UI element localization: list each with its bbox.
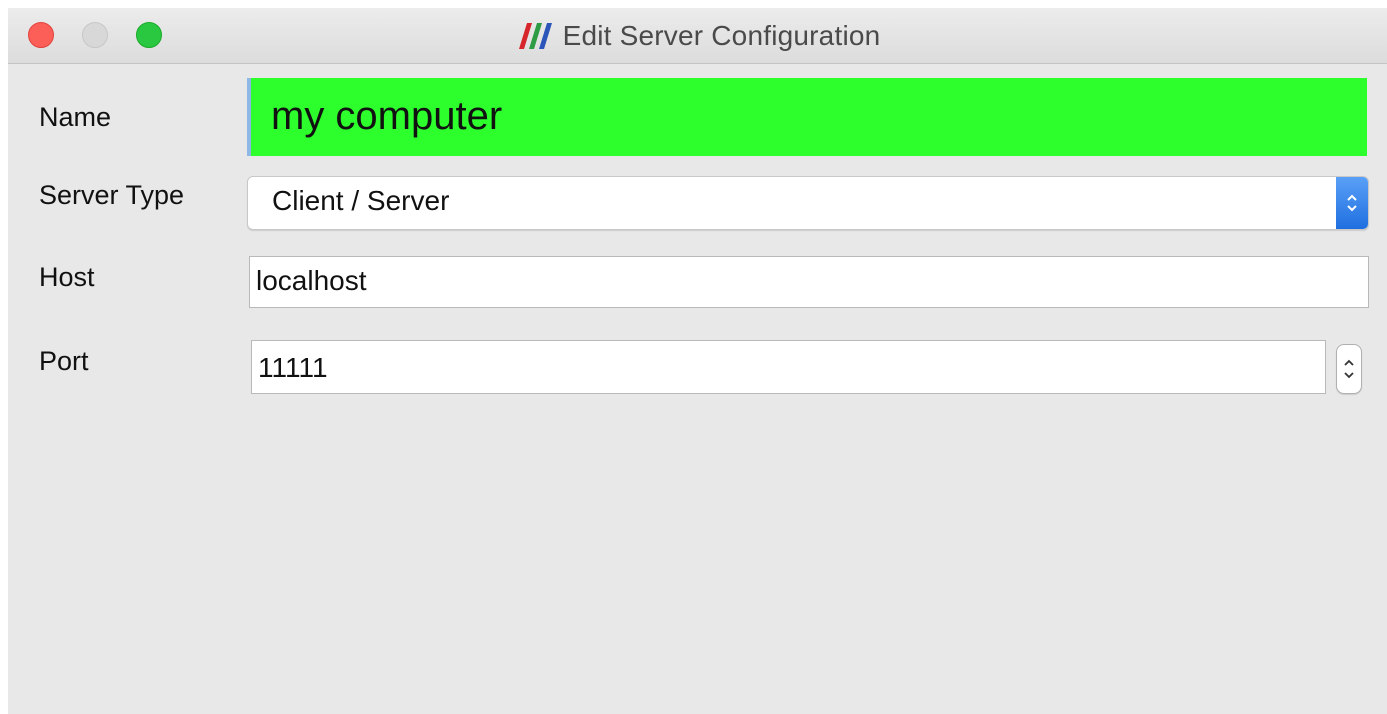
title-area: Edit Server Configuration	[8, 8, 1387, 64]
window-title: Edit Server Configuration	[562, 20, 881, 51]
host-field[interactable]: localhost	[249, 256, 1369, 308]
name-label: Name	[39, 102, 112, 132]
server-type-label: Server Type	[39, 180, 185, 210]
name-field[interactable]: my computer	[247, 78, 1367, 156]
server-type-select[interactable]: Client / Server	[247, 176, 1369, 230]
stepper-arrows-icon	[1344, 359, 1354, 379]
server-type-value: Client / Server	[272, 185, 450, 216]
server-config-window: Edit Server Configuration Name my comput…	[8, 8, 1387, 714]
port-stepper[interactable]	[1336, 344, 1362, 394]
title-bar[interactable]: Edit Server Configuration	[8, 8, 1387, 64]
port-label: Port	[39, 346, 89, 376]
paraview-logo-icon	[518, 23, 552, 49]
port-field[interactable]: 11111	[251, 340, 1326, 394]
select-arrows-icon[interactable]	[1336, 177, 1368, 229]
host-label: Host	[39, 262, 95, 292]
